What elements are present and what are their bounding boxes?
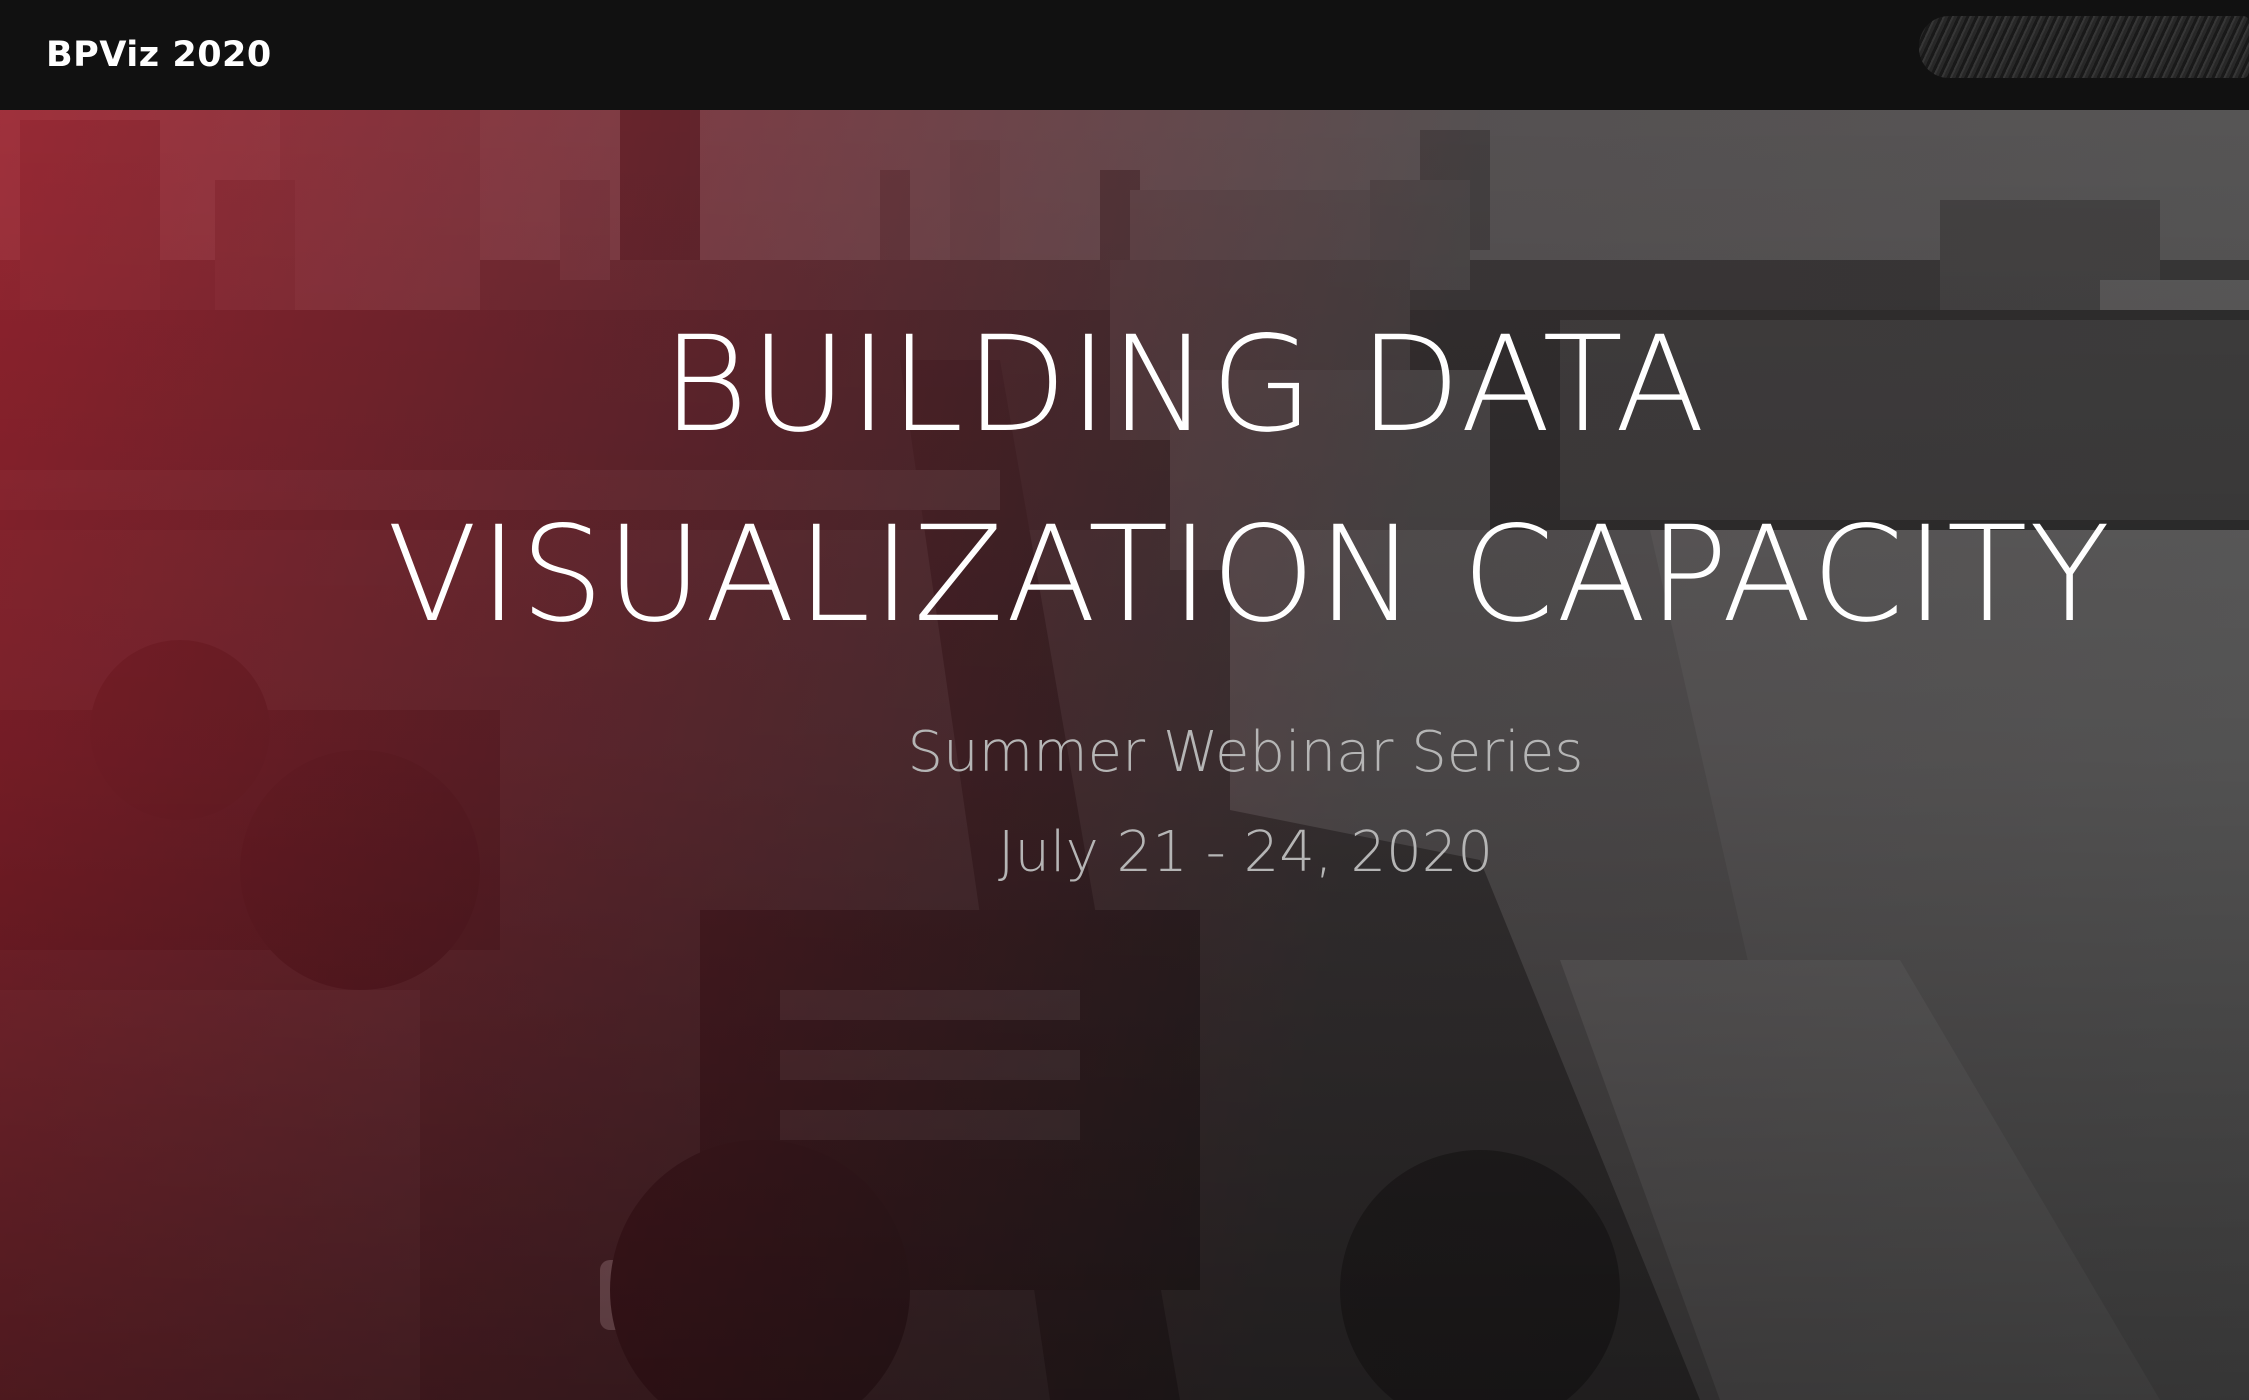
hero-title-line-2: VISUALIZATION CAPACITY — [386, 498, 2112, 652]
hero-title-line-1: BUILDING DATA — [661, 308, 1708, 462]
hero-title: BUILDING DATA VISUALIZATION CAPACITY — [0, 290, 2249, 670]
redacted-nav-area — [1919, 16, 2249, 78]
event-dates: July 21 - 24, 2020 — [998, 820, 1493, 885]
brand-link[interactable]: BPViz 2020 — [46, 35, 272, 75]
top-navbar: BPViz 2020 — [0, 0, 2249, 110]
hero-subtitle: Summer Webinar Series — [907, 720, 1584, 785]
